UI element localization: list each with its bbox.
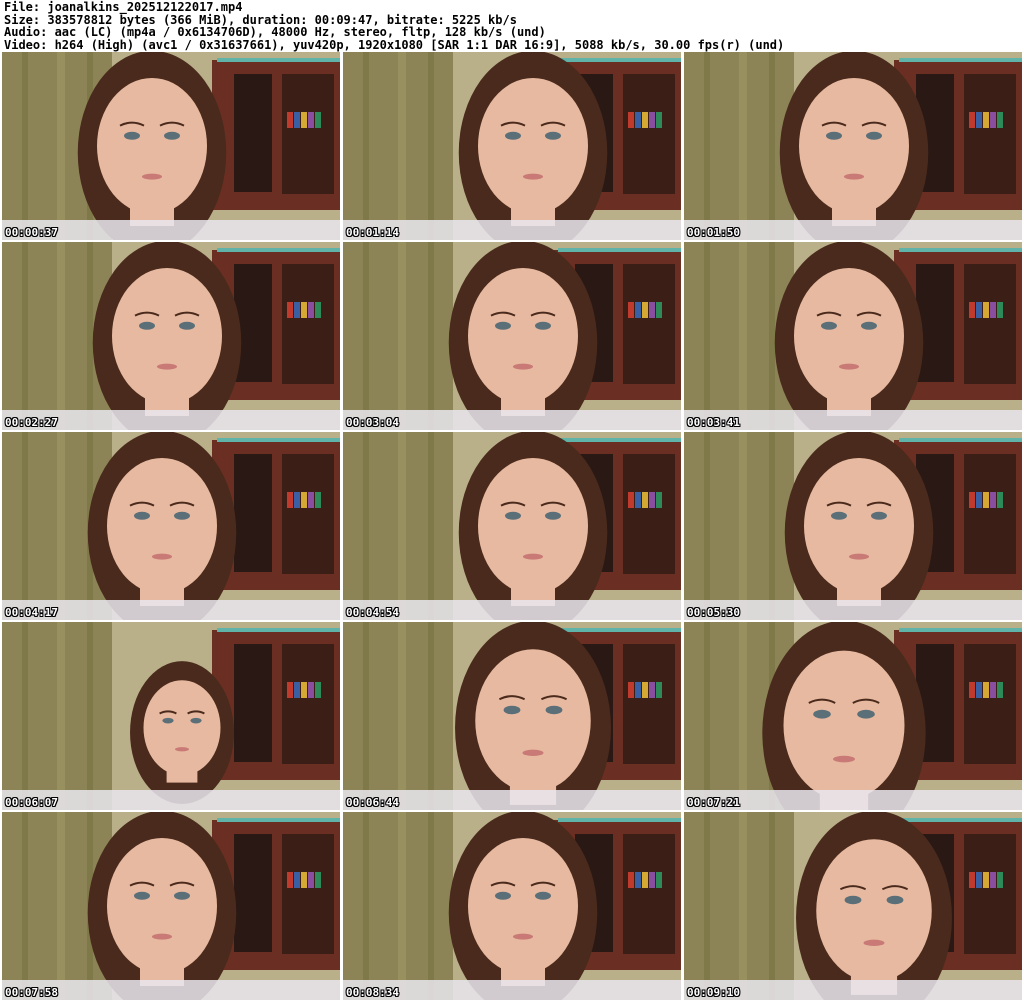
file-name-line: File: joanalkins_202512122017.mp4 [4,0,243,14]
frame-timestamp: 00:05:30 [687,606,740,619]
thumbnail-frame: 00:01:50 [684,52,1022,240]
frame-timestamp: 00:08:34 [346,986,399,999]
frame-timestamp: 00:04:17 [5,606,58,619]
thumbnail-frame: 00:04:54 [343,432,681,620]
thumbnail-frame: 00:07:58 [2,812,340,1000]
thumbnail-frame: 00:05:30 [684,432,1022,620]
frame-timestamp: 00:00:37 [5,226,58,239]
frame-timestamp: 00:03:04 [346,416,399,429]
thumbnail-frame: 00:06:44 [343,622,681,810]
video-info-header: File: joanalkins_202512122017.mp4 Size: … [4,1,1020,51]
frame-timestamp: 00:07:58 [5,986,58,999]
thumbnail-frame: 00:00:37 [2,52,340,240]
video-frame-image [684,812,1022,1000]
thumbnail-frame: 00:09:10 [684,812,1022,1000]
frame-timestamp: 00:06:07 [5,796,58,809]
thumbnail-frame: 00:08:34 [343,812,681,1000]
video-frame-image [343,812,681,1000]
video-frame-image [2,622,340,810]
video-frame-image [343,622,681,810]
thumbnail-grid: 00:00:37 00:01:14 00:01:50 00:02:27 00:0… [2,52,1022,1002]
thumbnail-frame: 00:03:41 [684,242,1022,430]
thumbnail-frame: 00:06:07 [2,622,340,810]
audio-info-line: Audio: aac (LC) (mp4a / 0x6134706D), 480… [4,25,546,39]
frame-timestamp: 00:09:10 [687,986,740,999]
thumbnail-frame: 00:01:14 [343,52,681,240]
video-frame-image [343,52,681,240]
video-frame-image [684,432,1022,620]
video-frame-image [684,52,1022,240]
video-info-line: Video: h264 (High) (avc1 / 0x31637661), … [4,37,785,52]
video-frame-image [343,242,681,430]
thumbnail-frame: 00:04:17 [2,432,340,620]
video-frame-image [2,812,340,1000]
thumbnail-frame: 00:07:21 [684,622,1022,810]
frame-timestamp: 00:07:21 [687,796,740,809]
video-frame-image [343,432,681,620]
video-frame-image [2,52,340,240]
video-frame-image [684,242,1022,430]
frame-timestamp: 00:06:44 [346,796,399,809]
frame-timestamp: 00:02:27 [5,416,58,429]
frame-timestamp: 00:01:14 [346,226,399,239]
thumbnail-frame: 00:02:27 [2,242,340,430]
frame-timestamp: 00:04:54 [346,606,399,619]
frame-timestamp: 00:01:50 [687,226,740,239]
frame-timestamp: 00:03:41 [687,416,740,429]
video-frame-image [2,242,340,430]
thumbnail-frame: 00:03:04 [343,242,681,430]
video-frame-image [684,622,1022,810]
video-frame-image [2,432,340,620]
